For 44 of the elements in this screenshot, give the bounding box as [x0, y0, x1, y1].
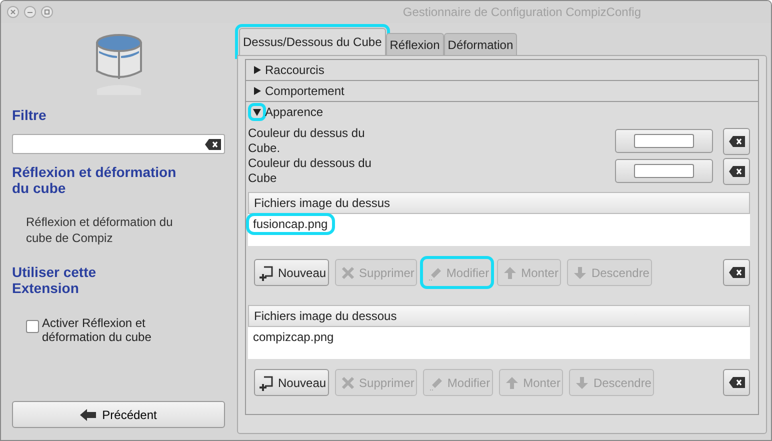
expander-icon[interactable]: [252, 65, 262, 75]
clear-icon: [728, 166, 744, 176]
section-title: Raccourcis: [265, 63, 324, 77]
reset-button[interactable]: [723, 259, 750, 286]
up-arrow-icon: [504, 374, 520, 390]
section-title: Comportement: [265, 84, 344, 98]
cross-icon: [340, 374, 356, 390]
tab[interactable]: Réflexion: [386, 33, 444, 55]
setting-label: Couleur du dessus du Cube.: [248, 126, 366, 156]
plus-page-icon: [259, 264, 275, 280]
setting-label: Couleur du dessous du Cube: [248, 156, 372, 186]
search-field[interactable]: [12, 134, 225, 154]
checkbox-label: Activer Réflexion et déformation du cube: [42, 316, 152, 344]
down-arrow-icon: [572, 264, 588, 280]
expander-icon[interactable]: [252, 86, 262, 96]
checkbox[interactable]: [26, 320, 39, 333]
clear-icon: [728, 136, 744, 146]
use-heading: Utiliser cette Extension: [12, 264, 98, 296]
tab[interactable]: Déformation: [444, 33, 518, 55]
clear-icon: [728, 377, 744, 388]
filter-heading: Filtre: [12, 107, 48, 123]
reset-button[interactable]: [723, 369, 750, 396]
plugin-description: Réflexion et déformation du cube de Compiz: [26, 214, 174, 246]
plus-page-icon: [259, 374, 275, 390]
list-button[interactable]: Nouveau: [254, 369, 330, 396]
left-arrow-icon: [80, 408, 96, 420]
reset-button[interactable]: [723, 158, 750, 184]
up-arrow-icon: [502, 264, 518, 280]
down-arrow-icon: [574, 374, 590, 390]
plugin-title: Réflexion et déformation du cube: [12, 164, 177, 196]
reset-button[interactable]: [723, 128, 750, 154]
close-icon[interactable]: [7, 6, 19, 18]
list-header: Fichiers image du dessus: [248, 192, 750, 214]
color-button[interactable]: [615, 129, 713, 153]
back-button[interactable]: Précédent: [12, 401, 225, 428]
color-button[interactable]: [615, 159, 713, 183]
maximize-icon[interactable]: [41, 6, 53, 18]
clear-icon: [728, 267, 744, 278]
list-item[interactable]: compizcap.png: [250, 330, 337, 344]
minimize-icon[interactable]: [24, 6, 36, 18]
list-button[interactable]: Nouveau: [254, 259, 330, 286]
clear-icon: [205, 138, 221, 150]
list-header: Fichiers image du dessous: [248, 305, 750, 327]
cross-icon: [340, 264, 356, 280]
